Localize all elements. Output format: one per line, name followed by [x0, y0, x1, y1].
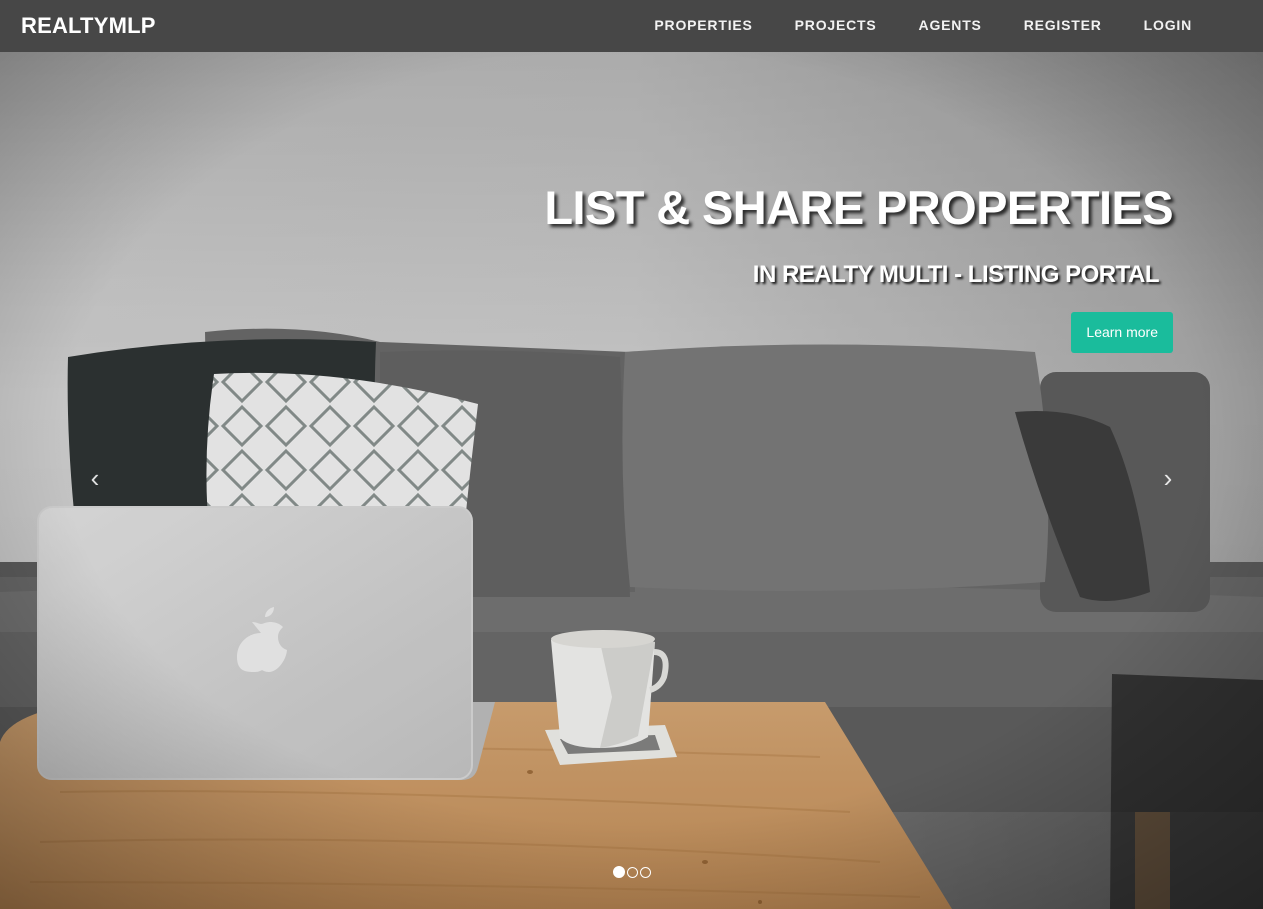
chevron-right-icon: › — [1163, 463, 1173, 493]
carousel-indicator-3[interactable] — [639, 867, 651, 878]
carousel-indicator-2[interactable] — [626, 867, 638, 878]
carousel-caption: LIST & SHARE PROPERTIES IN REALTY MULTI … — [544, 180, 1174, 353]
navbar: REALTYMLP PROPERTIES PROJECTS AGENTS REG… — [0, 0, 1263, 52]
main-nav: PROPERTIES PROJECTS AGENTS REGISTER LOGI… — [633, 0, 1192, 52]
hero-subtitle: IN REALTY MULTI - LISTING PORTAL — [752, 261, 1160, 288]
carousel-indicators — [0, 866, 1263, 878]
brand-logo[interactable]: REALTYMLP — [21, 0, 156, 52]
nav-link-register[interactable]: REGISTER — [1003, 0, 1123, 52]
carousel-prev-button[interactable]: ‹ — [75, 448, 115, 508]
hero-carousel: LIST & SHARE PROPERTIES IN REALTY MULTI … — [0, 52, 1263, 909]
carousel-next-button[interactable]: › — [1148, 448, 1188, 508]
learn-more-button[interactable]: Learn more — [1071, 312, 1173, 353]
carousel-indicator-1[interactable] — [612, 866, 625, 878]
nav-link-login[interactable]: LOGIN — [1123, 0, 1192, 52]
nav-link-agents[interactable]: AGENTS — [898, 0, 1003, 52]
chevron-left-icon: ‹ — [90, 463, 100, 493]
nav-link-projects[interactable]: PROJECTS — [774, 0, 898, 52]
hero-title: LIST & SHARE PROPERTIES — [544, 181, 1173, 234]
nav-link-properties[interactable]: PROPERTIES — [633, 0, 773, 52]
